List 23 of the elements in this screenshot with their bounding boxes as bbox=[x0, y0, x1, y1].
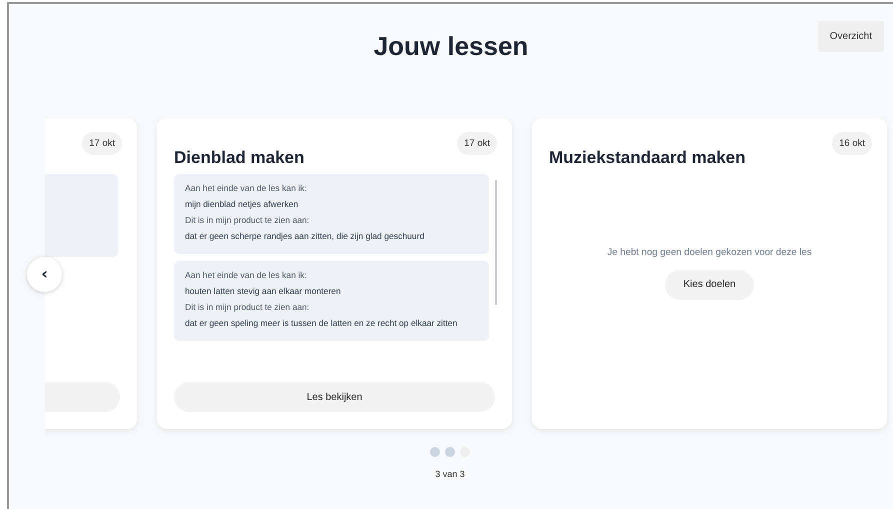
page-title: Jouw lessen bbox=[374, 30, 528, 62]
goal-text: houten latten stevig aan elkaar monteren bbox=[185, 285, 342, 297]
empty-message: Je hebt nog geen doelen gekozen voor deze les bbox=[607, 246, 812, 258]
evidence-text: dat er geen scherpe randjes aan zitten, die zijn glad geschuurd bbox=[185, 230, 426, 242]
card-title: Dienblad maken bbox=[174, 148, 304, 168]
goal-label: Aan het einde van de les kan ik: bbox=[185, 269, 308, 281]
overview-button[interactable]: Overzicht bbox=[818, 21, 884, 52]
card-title: Muziekstandaard maken bbox=[549, 148, 746, 168]
evidence-label: Dit is in mijn product te zien aan: bbox=[185, 214, 310, 226]
previous-button[interactable]: ‹ bbox=[27, 257, 62, 292]
evidence-label: Dit is in mijn product te zien aan: bbox=[185, 301, 310, 313]
page-dot[interactable] bbox=[445, 447, 455, 457]
view-lesson-button[interactable]: Les bekijken bbox=[174, 382, 495, 412]
date-badge: 17 okt bbox=[82, 132, 122, 155]
page-counter: 3 van 3 bbox=[435, 469, 465, 479]
scrollbar[interactable] bbox=[495, 180, 497, 305]
date-badge: 16 okt bbox=[832, 132, 872, 155]
choose-goals-button[interactable]: Kies doelen bbox=[665, 270, 754, 300]
goal-label: Aan het einde van de les kan ik: bbox=[185, 182, 308, 194]
evidence-text: dat er geen speling meer is tussen de latten en ze recht op elkaar zitten bbox=[185, 317, 458, 329]
goal-text: mijn dienblad netjes afwerken bbox=[185, 198, 300, 210]
date-badge: 17 okt bbox=[457, 132, 497, 155]
page-dot[interactable] bbox=[430, 447, 440, 457]
